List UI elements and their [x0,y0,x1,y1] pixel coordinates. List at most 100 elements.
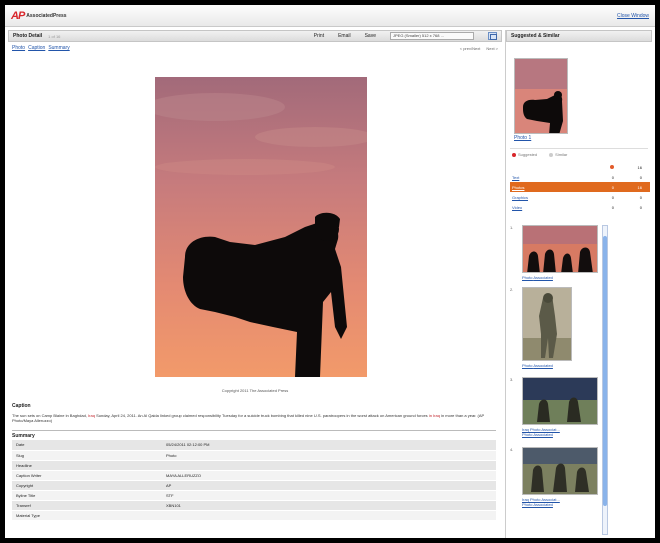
caption-part-2: Sunday, April 24, 2011. An Al Qaida link… [96,413,428,418]
result-thumbnail[interactable] [522,377,598,425]
ap-logo-text: AssociatedPress [26,13,67,19]
table-row: Transref XBN101 [12,500,496,511]
result-position: 1 of 16 [48,33,61,39]
table-row: Headline [12,460,496,471]
prev-link[interactable]: < prev/Next [460,46,481,51]
save-button[interactable]: Save [365,33,376,39]
category-count-a: 0 [611,204,614,210]
table-row: Date 05/24/2011 02:12:00 PM [12,440,496,451]
close-window-link[interactable]: Close Window [617,13,649,19]
category-count-b: 0 [639,204,642,210]
preview-icon[interactable] [488,32,497,40]
category-text-link[interactable]: Text [512,175,519,180]
caption-place-link[interactable]: Iraq [88,413,95,418]
summary-key: Caption Writer [12,470,162,481]
result-line-1: Photo [522,363,533,368]
category-row-graphics: Graphics 0 0 [510,192,650,202]
table-row: Caption Writer MAYA ALLERUZZO [12,470,496,481]
caption-highlight: in Iraq [428,413,440,418]
results-scrollbar[interactable] [602,225,608,535]
tab-summary[interactable]: Summary [48,45,69,51]
summary-key: Date [12,440,162,451]
suggested-panel: Suggested & Similar Photo 1 Suggested Si… [505,30,652,538]
option-label: Suggested [518,152,538,157]
current-photo-thumbnail[interactable] [514,58,568,134]
suggested-header: Suggested & Similar [506,30,652,42]
result-line-1: Photo [522,275,533,280]
summary-value [162,460,496,471]
result-number: 2. [510,287,514,292]
scrollbar-thumb[interactable] [603,236,607,506]
category-count-b: 0 [639,174,642,180]
caption-heading: Caption [12,403,31,409]
result-line-2: Associated [533,275,553,280]
result-caption[interactable]: Photo Associated [522,363,553,368]
top-bar: AP AssociatedPress Close Window [5,5,655,27]
print-button[interactable]: Print [314,33,324,39]
radio-unselected-icon [549,152,554,157]
category-row-photos: Photos 0 16 [510,182,650,192]
summary-value: XBN101 [162,500,496,511]
summary-value: Photo [162,450,496,461]
category-count-a: 0 [611,174,614,180]
soldiers-sunset-image [523,226,597,272]
category-row-video: Video 0 0 [510,202,650,212]
category-photos-link[interactable]: Photos [512,185,524,190]
current-photo-link[interactable]: Photo 1 [514,135,531,141]
category-count-b: 16 [622,182,650,192]
summary-key: Copyright [12,480,162,491]
result-line-2: Associated [533,363,553,368]
summary-value: STF [162,490,496,501]
category-video-link[interactable]: Video [512,205,522,210]
ap-logo: AP AssociatedPress [11,10,67,22]
blank-cell [510,162,594,172]
result-thumbnail[interactable] [522,287,572,361]
option-similar[interactable]: Similar [549,152,567,157]
category-header-row: 16 [510,162,650,172]
soldier-thumbnail-image [515,59,567,133]
photo-detail-header: Photo Detail 1 of 16 Print Email Save JP… [8,30,502,42]
summary-key: Transref [12,500,162,511]
soldiers-field-image [523,378,597,424]
option-suggested[interactable]: Suggested [512,152,537,157]
soldier-standing-image [523,288,571,360]
soldier-silhouette-image [155,77,367,377]
table-row: Slug Photo [12,450,496,461]
main-photo[interactable] [155,77,367,377]
result-caption[interactable]: Photo Associated [522,275,553,280]
result-number: 4. [510,447,514,452]
option-label: Similar [555,152,568,157]
summary-key: Slug [12,450,162,461]
summary-key: Material Type [12,510,162,521]
header-count: 16 [637,164,642,170]
caption-text: The sun sets on Camp Blaine in Baghdad, … [12,413,492,423]
result-thumbnail[interactable] [522,447,598,495]
summary-value: MAYA ALLERUZZO [162,470,496,481]
summary-value: AP [162,480,496,491]
table-row: Material Type [12,510,496,521]
result-dot-icon [610,164,614,169]
summary-heading: Summary [12,433,35,439]
next-link[interactable]: Next > [486,46,498,51]
photo-detail-panel: Photo Detail 1 of 16 Print Email Save JP… [8,30,502,538]
view-links: Photo Caption Summary < prev/Next Next > [8,42,502,54]
summary-table: Date 05/24/2011 02:12:00 PM Slug Photo Hea… [12,440,496,521]
tab-photo[interactable]: Photo [12,45,25,51]
panel-title: Photo Detail [13,33,43,39]
result-thumbnail[interactable] [522,225,598,273]
size-select[interactable]: JPEG (Smaller) 512 x 768 ... [390,32,474,40]
pager: < prev/Next Next > [460,46,498,51]
result-number: 1. [510,225,514,230]
category-table: 16 Text 0 0 Photos 0 16 Graphics 0 0 Vid… [510,162,650,212]
email-button[interactable]: Email [338,33,351,39]
header-dot-cell [594,162,622,172]
ap-logo-mark: AP [11,10,25,22]
result-caption-line-2[interactable]: Photo Associated [522,432,553,437]
radio-selected-icon [512,152,516,157]
soldiers-camp-image [523,448,597,494]
tab-caption[interactable]: Caption [28,45,45,51]
summary-key: Headline [12,460,162,471]
summary-value: 05/24/2011 02:12:00 PM [162,440,496,451]
category-graphics-link[interactable]: Graphics [512,195,528,200]
result-caption-line-2[interactable]: Photo Associated [522,502,553,507]
